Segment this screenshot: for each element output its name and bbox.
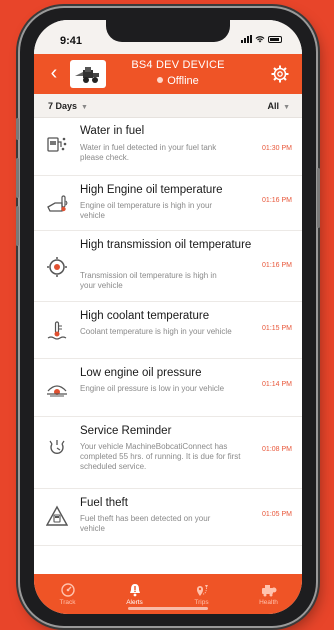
- days-filter-label: 7 Days: [48, 101, 78, 111]
- alert-title: Water in fuel: [80, 125, 145, 137]
- type-filter-label: All: [267, 101, 280, 111]
- alert-description: Fuel theft has been detected on your veh…: [80, 514, 211, 533]
- alert-title: High Engine oil temperature: [80, 184, 223, 196]
- alert-description: Transmission oil temperature is high in …: [80, 271, 217, 290]
- alert-description: Water in fuel detected in your fuel tank…: [80, 143, 217, 162]
- trips-pin-icon: [196, 584, 208, 596]
- alert-item[interactable]: Fuel theft Fuel theft has been detected …: [34, 489, 302, 546]
- water-in-fuel-icon: [47, 137, 67, 152]
- alert-item[interactable]: High transmission oil temperature Transm…: [34, 231, 302, 302]
- notch: [106, 20, 230, 42]
- alert-title: Low engine oil pressure: [80, 367, 202, 379]
- tab-health[interactable]: Health: [239, 583, 299, 606]
- back-arrow-icon[interactable]: ‹: [44, 62, 64, 85]
- device-title: BS4 DEV DEVICE: [131, 59, 225, 71]
- health-icon: [261, 584, 276, 596]
- alert-time: 01:08 PM: [262, 446, 292, 453]
- days-filter-dropdown[interactable]: 7 Days ▼: [48, 101, 88, 111]
- battery-icon: [268, 35, 282, 43]
- status-icons: [241, 35, 282, 43]
- chevron-down-icon: ▼: [283, 104, 290, 111]
- tab-label: Alerts: [126, 598, 143, 606]
- home-indicator: [128, 607, 208, 610]
- filter-bar: 7 Days ▼ All ▼: [34, 94, 302, 118]
- alert-description: Engine oil temperature is high in your v…: [80, 201, 213, 220]
- alert-description: Engine oil pressure is low in your vehic…: [80, 384, 225, 393]
- alert-time: 01:05 PM: [262, 511, 292, 518]
- alert-item[interactable]: High coolant temperature Coolant tempera…: [34, 302, 302, 359]
- screen: 9:41 ‹ BS4 DEV DEVICE Offline 7 Days ▼ A…: [34, 20, 302, 614]
- volume-up-button: [16, 158, 19, 198]
- alert-time: 01:30 PM: [262, 145, 292, 152]
- alert-title: Service Reminder: [80, 425, 172, 437]
- type-filter-dropdown[interactable]: All ▼: [268, 101, 290, 111]
- wifi-icon: [255, 36, 265, 43]
- bottom-tab-bar: Track Alerts Trips Health: [34, 574, 302, 614]
- tab-label: Trips: [194, 598, 209, 606]
- mute-switch: [16, 118, 19, 140]
- alert-item[interactable]: Low engine oil pressure Engine oil press…: [34, 359, 302, 417]
- tab-label: Track: [59, 598, 76, 606]
- alert-title: High coolant temperature: [80, 310, 210, 322]
- gear-icon[interactable]: [270, 64, 290, 84]
- fuel-theft-icon: [46, 505, 68, 526]
- power-button: [317, 168, 320, 228]
- tab-alerts[interactable]: Alerts: [105, 583, 165, 606]
- device-status: Offline: [94, 75, 262, 87]
- engine-oil-temp-icon: [47, 195, 68, 212]
- transmission-temp-icon: [47, 257, 67, 277]
- alert-time: 01:16 PM: [262, 197, 292, 204]
- service-reminder-icon: [49, 440, 65, 454]
- tab-trips[interactable]: Trips: [172, 583, 232, 606]
- alert-item[interactable]: Service Reminder Your vehicle MachineBob…: [34, 417, 302, 489]
- coolant-temp-icon: [47, 321, 67, 340]
- alert-description: Coolant temperature is high in your vehi…: [80, 327, 232, 336]
- alerts-list: Water in fuel Water in fuel detected in …: [34, 118, 302, 556]
- track-gauge-icon: [60, 582, 75, 597]
- status-text: Offline: [167, 75, 199, 87]
- alert-title: High transmission oil temperature: [80, 239, 252, 251]
- phone-frame: 9:41 ‹ BS4 DEV DEVICE Offline 7 Days ▼ A…: [16, 8, 320, 626]
- chevron-down-icon: ▼: [81, 104, 88, 111]
- status-dot-icon: [157, 77, 164, 83]
- alert-time: 01:16 PM: [262, 262, 292, 269]
- alert-description: Your vehicle MachineBobcatiConnect has c…: [80, 442, 241, 471]
- alert-icon: [129, 583, 140, 596]
- alert-time: 01:15 PM: [262, 325, 292, 332]
- tab-track[interactable]: Track: [38, 582, 98, 606]
- alert-item[interactable]: Water in fuel Water in fuel detected in …: [34, 118, 302, 176]
- tab-label: Health: [259, 598, 278, 606]
- alert-item[interactable]: High Engine oil temperature Engine oil t…: [34, 176, 302, 231]
- oil-pressure-icon: [47, 385, 67, 397]
- alert-time: 01:14 PM: [262, 381, 292, 388]
- alert-title: Fuel theft: [80, 497, 128, 509]
- signal-icon: [241, 35, 252, 43]
- volume-down-button: [16, 206, 19, 246]
- app-header: ‹ BS4 DEV DEVICE Offline: [34, 54, 302, 94]
- status-time: 9:41: [60, 35, 83, 47]
